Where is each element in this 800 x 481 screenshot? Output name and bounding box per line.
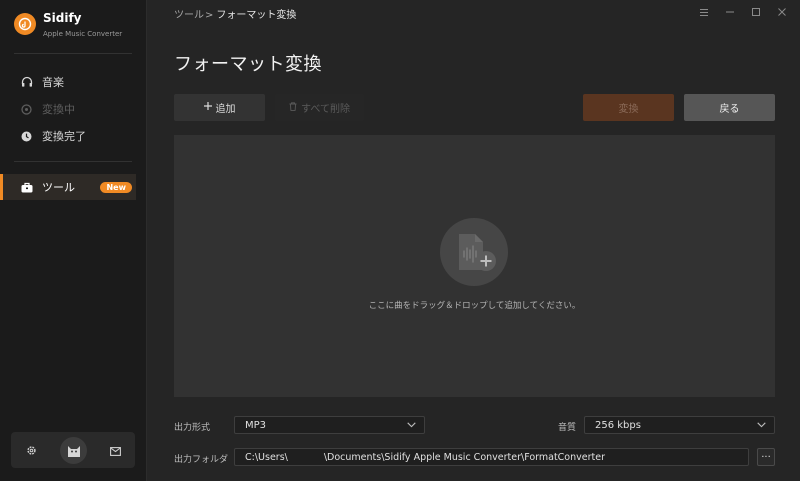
output-format-value: MP3 (245, 419, 267, 431)
app-subtitle: Apple Music Converter (43, 30, 123, 38)
minimize-icon[interactable] (724, 5, 736, 19)
delete-all-label: すべて削除 (301, 104, 350, 115)
sidebar-item-label: 音楽 (42, 76, 64, 89)
convert-button[interactable]: 変換 (583, 94, 674, 121)
add-button-label: 追加 (215, 104, 236, 115)
sidebar-item-converting[interactable]: 変換中 (0, 96, 147, 122)
brand: Sidify Apple Music Converter (14, 10, 122, 39)
back-button[interactable]: 戻る (684, 94, 775, 121)
delete-all-button[interactable]: すべて削除 (275, 94, 364, 121)
headphones-icon (20, 76, 33, 89)
close-icon[interactable] (776, 5, 788, 19)
window-controls (698, 5, 788, 19)
browse-folder-button[interactable]: ... (757, 448, 775, 466)
avatar-cat-icon[interactable] (60, 436, 87, 464)
output-folder-path-end: \Documents\Sidify Apple Music Converter\… (323, 451, 605, 463)
breadcrumb-parent[interactable]: ツール (174, 10, 204, 21)
sidebar-item-label: 変換中 (42, 103, 75, 116)
menu-icon[interactable] (698, 5, 710, 19)
quality-label: 音質 (558, 423, 577, 433)
breadcrumb-current: フォーマット変換 (216, 10, 297, 21)
sidebar-item-label: ツール (42, 181, 75, 194)
drop-hint: ここに曲をドラッグ＆ドロップして追加してください。 (368, 301, 581, 311)
drop-zone[interactable]: ここに曲をドラッグ＆ドロップして追加してください。 (174, 135, 775, 397)
back-button-label: 戻る (719, 104, 740, 115)
output-folder-label: 出力フォルダ (174, 455, 229, 465)
chevron-down-icon (407, 420, 416, 431)
divider (14, 161, 132, 162)
output-folder-path-start: C:\Users\ (245, 451, 288, 463)
output-folder-field[interactable]: C:\Users\ \Documents\Sidify Apple Music C… (234, 448, 749, 466)
sidebar-item-tools[interactable]: ツール New (0, 174, 136, 200)
sidebar-item-music[interactable]: 音楽 (0, 69, 147, 95)
sidebar-item-converted[interactable]: 変換完了 (0, 123, 147, 149)
clock-icon (20, 130, 33, 143)
redacted-username (287, 452, 324, 462)
quality-value: 256 kbps (595, 419, 641, 431)
spinner-icon (20, 103, 33, 116)
sidebar-item-label: 変換完了 (42, 130, 86, 143)
convert-button-label: 変換 (618, 104, 639, 115)
chevron-down-icon (757, 420, 766, 431)
audio-file-add-icon (440, 218, 508, 286)
breadcrumb-separator: > (205, 10, 214, 21)
app-name: Sidify (43, 11, 82, 25)
sidify-logo-icon (14, 13, 36, 35)
toolbox-icon (20, 181, 33, 194)
mail-icon[interactable] (110, 441, 121, 460)
plus-icon (203, 102, 212, 113)
quality-select[interactable]: 256 kbps (584, 416, 775, 434)
new-badge: New (100, 181, 132, 193)
sidebar-bottom-bar (11, 432, 135, 468)
output-format-select[interactable]: MP3 (234, 416, 425, 434)
breadcrumb: ツール> フォーマット変換 (174, 6, 296, 21)
maximize-icon[interactable] (750, 5, 762, 19)
sidebar: Sidify Apple Music Converter 音楽 変換中 変換完了… (0, 0, 147, 481)
trash-icon (289, 101, 297, 114)
output-format-label: 出力形式 (174, 423, 211, 433)
divider (14, 53, 132, 54)
page-title: フォーマット変換 (174, 54, 322, 75)
add-button[interactable]: 追加 (174, 94, 265, 121)
gear-icon[interactable] (26, 441, 37, 460)
